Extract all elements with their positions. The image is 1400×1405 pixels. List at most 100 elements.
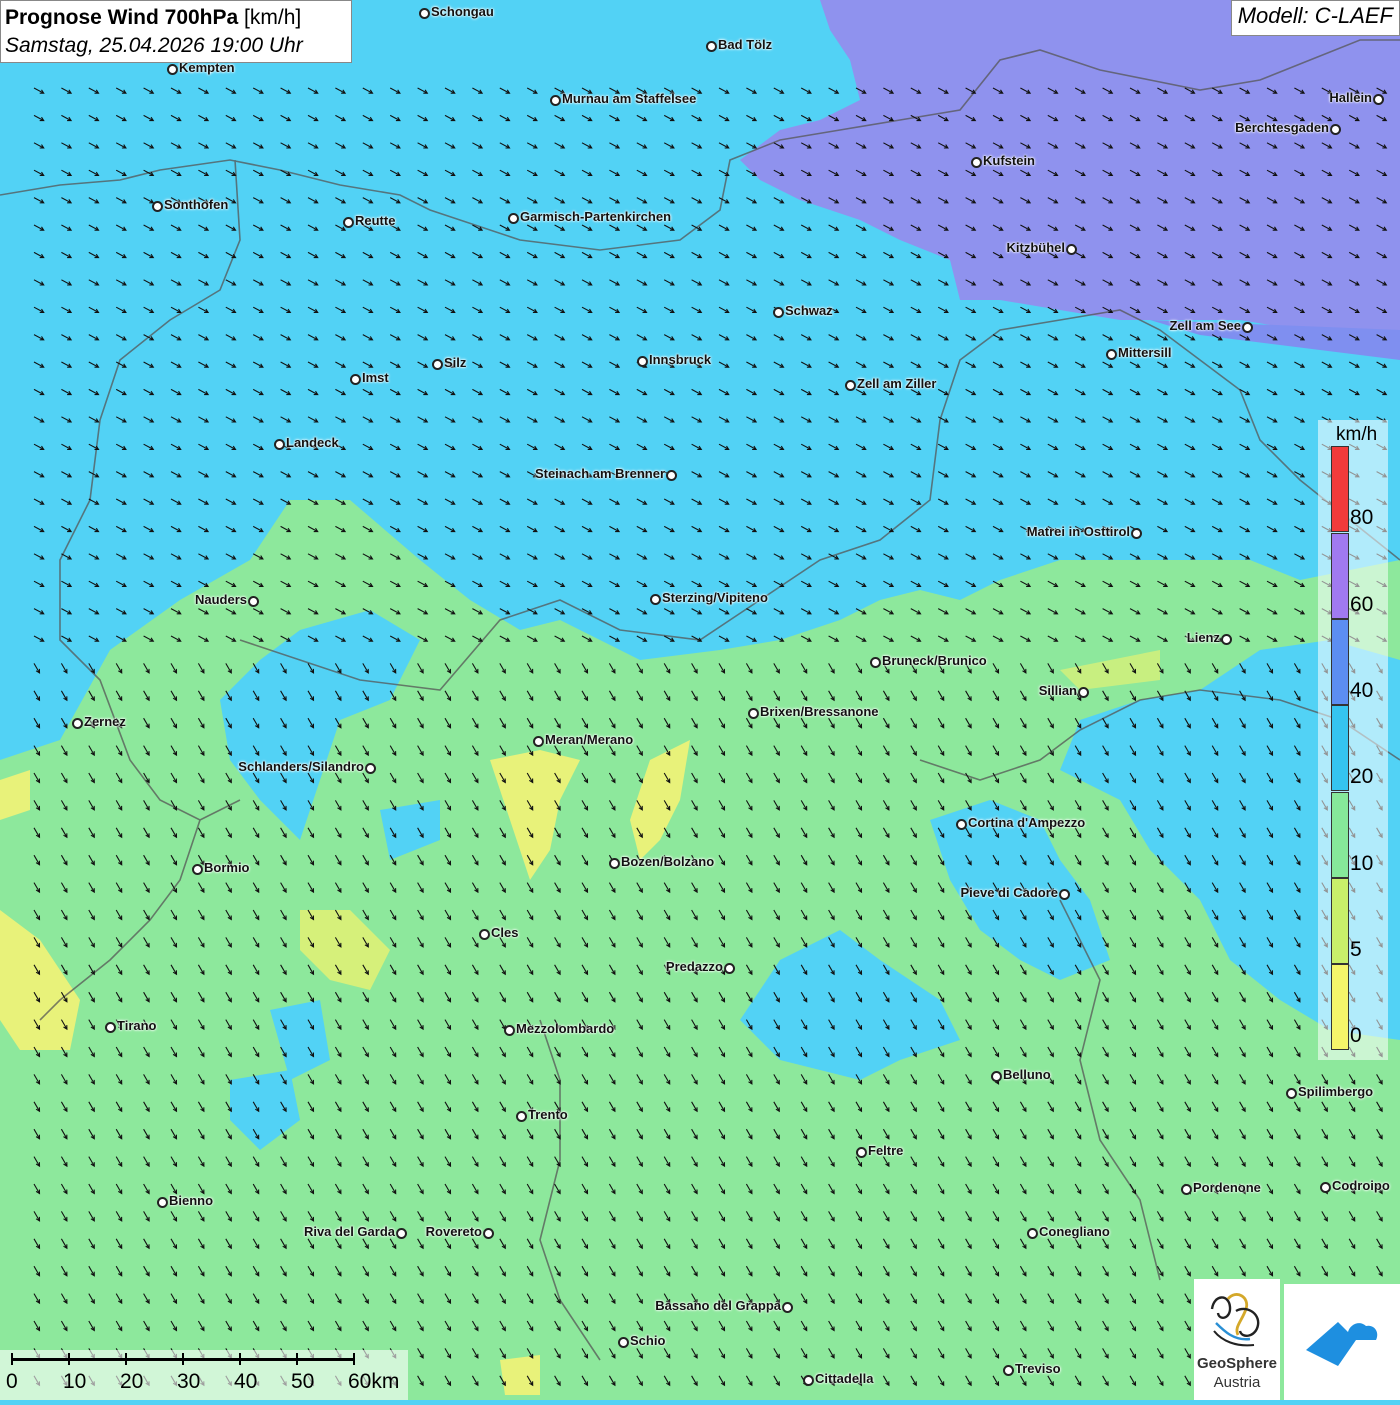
- city-label: Cortina d'Ampezzo: [968, 815, 1086, 830]
- city-marker: [167, 64, 178, 75]
- city-marker: [274, 439, 285, 450]
- city-marker: [1221, 634, 1232, 645]
- city-label: Mittersill: [1118, 345, 1172, 360]
- scale-tick: [239, 1353, 241, 1365]
- city-label: Meran/Merano: [545, 732, 634, 747]
- city-marker: [956, 819, 967, 830]
- city-marker: [152, 201, 163, 212]
- city-marker: [1320, 1182, 1331, 1193]
- city-marker: [666, 470, 677, 481]
- city-label: Bassano del Grappa: [655, 1298, 781, 1313]
- city-label: Tirano: [117, 1018, 157, 1033]
- city-marker: [748, 708, 759, 719]
- legend-color-step: [1331, 964, 1349, 1050]
- city-label: Belluno: [1003, 1067, 1051, 1082]
- city-marker: [1181, 1184, 1192, 1195]
- city-label: Zell am Ziller: [857, 376, 937, 391]
- city-marker: [479, 929, 490, 940]
- city-marker: [870, 657, 881, 668]
- city-marker: [533, 736, 544, 747]
- scale-label: 50: [291, 1370, 315, 1393]
- city-marker: [637, 356, 648, 367]
- city-label: Pordenone: [1193, 1180, 1261, 1195]
- logo-name: GeoSphere: [1196, 1355, 1278, 1372]
- city-label: Berchtesgaden: [1235, 120, 1329, 135]
- city-marker: [991, 1071, 1002, 1082]
- city-label: Treviso: [1015, 1361, 1061, 1376]
- city-marker: [1066, 244, 1077, 255]
- cloud-mountain-icon: [1306, 1322, 1378, 1366]
- city-marker: [1078, 687, 1089, 698]
- scale-label: 20: [120, 1370, 144, 1393]
- city-marker: [72, 718, 83, 729]
- city-label: Bruneck/Brunico: [882, 653, 987, 668]
- city-marker: [856, 1147, 867, 1158]
- city-marker: [971, 157, 982, 168]
- city-label: Spilimbergo: [1298, 1084, 1374, 1099]
- legend-label: 60: [1350, 593, 1374, 616]
- city-label: Brixen/Bressanone: [760, 704, 879, 719]
- city-marker: [706, 41, 717, 52]
- city-label: Codroipo: [1332, 1178, 1390, 1193]
- city-marker: [845, 380, 856, 391]
- city-label: Sonthofen: [164, 197, 229, 212]
- city-label: Silz: [444, 355, 467, 370]
- legend-color-step: [1331, 792, 1349, 878]
- city-marker: [419, 8, 430, 19]
- city-marker: [396, 1228, 407, 1239]
- scale-label: 60km: [348, 1370, 400, 1393]
- city-marker: [508, 213, 519, 224]
- legend-color-step: [1331, 533, 1349, 619]
- city-marker: [483, 1228, 494, 1239]
- city-marker: [1373, 94, 1384, 105]
- city-marker: [516, 1111, 527, 1122]
- title-box: Prognose Wind 700hPa [km/h] Samstag, 25.…: [0, 0, 352, 63]
- scale-tick: [353, 1353, 355, 1365]
- city-marker: [504, 1025, 515, 1036]
- city-marker: [550, 95, 561, 106]
- city-marker: [609, 858, 620, 869]
- legend-label: 0: [1350, 1024, 1362, 1047]
- city-marker: [1131, 528, 1142, 539]
- city-label: Trento: [528, 1107, 568, 1122]
- city-label: Lienz: [1186, 630, 1220, 645]
- map-title: Prognose Wind 700hPa [km/h]: [5, 6, 302, 29]
- scale-label: 30: [177, 1370, 201, 1393]
- model-label: Modell: C-LAEF: [1230, 0, 1400, 36]
- legend-label: 80: [1350, 506, 1374, 529]
- city-marker: [650, 594, 661, 605]
- legend-unit: km/h: [1336, 424, 1378, 445]
- geosphere-logo[interactable]: GeoSphere Austria: [1194, 1279, 1280, 1400]
- city-marker: [1106, 349, 1117, 360]
- city-label: Bormio: [204, 860, 250, 875]
- city-marker: [724, 963, 735, 974]
- logo-subtitle: Austria: [1213, 1374, 1261, 1391]
- city-marker: [1330, 124, 1341, 135]
- city-label: Schwaz: [785, 303, 833, 318]
- city-label: Zell am See: [1169, 318, 1241, 333]
- city-label: Sillian: [1038, 683, 1077, 698]
- city-marker: [248, 596, 259, 607]
- city-label: Steinach am Brenner: [534, 466, 665, 481]
- city-label: Landeck: [286, 435, 339, 450]
- city-label: Kitzbühel: [1006, 240, 1066, 255]
- city-label: Schlanders/Silandro: [238, 759, 364, 774]
- city-marker: [1027, 1228, 1038, 1239]
- legend-label: 5: [1350, 938, 1362, 961]
- app-logo[interactable]: [1284, 1284, 1400, 1400]
- city-marker: [432, 359, 443, 370]
- city-marker: [1003, 1365, 1014, 1376]
- city-marker: [192, 864, 203, 875]
- city-label: Imst: [362, 370, 389, 385]
- city-label: Predazzo: [665, 959, 723, 974]
- city-label: Rovereto: [425, 1224, 482, 1239]
- city-label: Kufstein: [983, 153, 1035, 168]
- geosphere-emblem-icon: [1210, 1293, 1260, 1347]
- wind-zone-0-5-g: [500, 1355, 540, 1395]
- city-marker: [803, 1375, 814, 1386]
- city-label: Schio: [630, 1333, 666, 1348]
- city-label: Hallein: [1329, 90, 1372, 105]
- city-label: Innsbruck: [649, 352, 712, 367]
- city-label: Garmisch-Partenkirchen: [520, 209, 672, 224]
- city-label: Cittadella: [815, 1371, 874, 1386]
